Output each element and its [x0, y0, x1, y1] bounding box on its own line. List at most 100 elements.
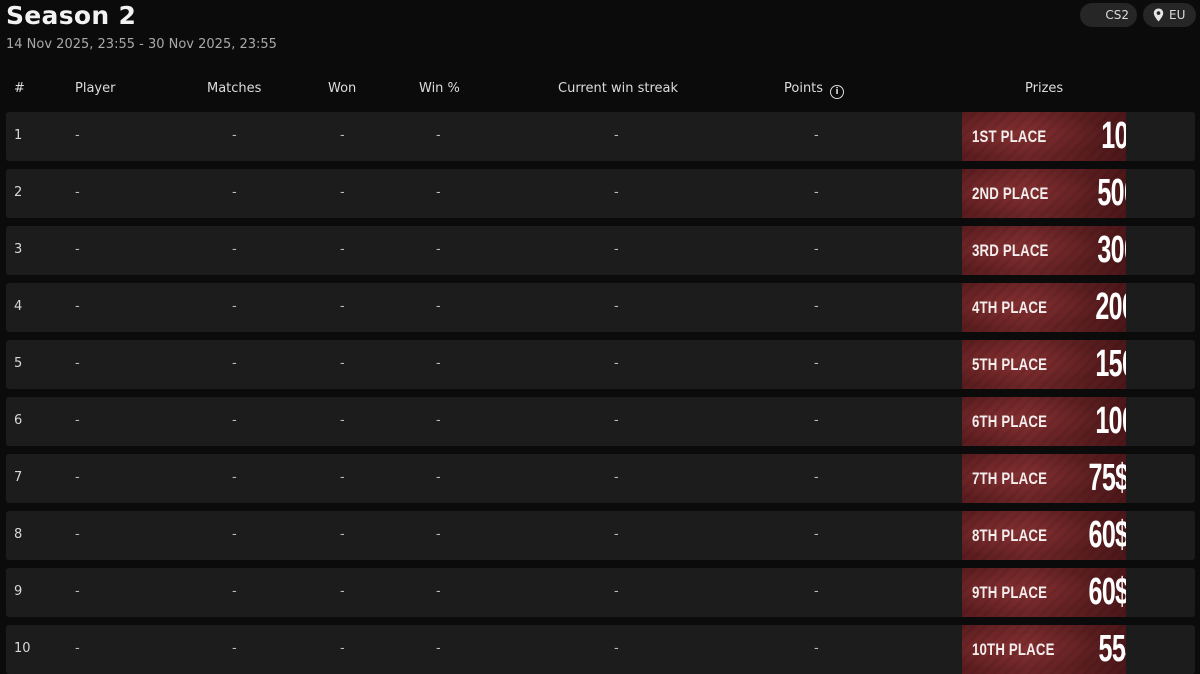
- prize-amount: 1000$: [1101, 115, 1126, 157]
- streak-cell: -: [614, 641, 619, 656]
- prize-banner: 10TH PLACE 55$: [962, 625, 1126, 674]
- player-cell: -: [75, 242, 80, 257]
- table-row[interactable]: 4 - - - - - - 4TH PLACE 200$: [6, 283, 1195, 332]
- matches-cell: -: [232, 584, 237, 599]
- streak-cell: -: [614, 470, 619, 485]
- table-row[interactable]: 8 - - - - - - 8TH PLACE 60$: [6, 511, 1195, 560]
- matches-cell: -: [232, 356, 237, 371]
- winpct-cell: -: [436, 584, 441, 599]
- points-cell: -: [814, 128, 819, 143]
- prize-place-label: 8TH PLACE: [972, 525, 1048, 545]
- winpct-cell: -: [436, 470, 441, 485]
- prize-banner: 6TH PLACE 100$: [962, 397, 1126, 446]
- table-row[interactable]: 9 - - - - - - 9TH PLACE 60$: [6, 568, 1195, 617]
- leaderboard-page: Season 2 14 Nov 2025, 23:55 - 30 Nov 202…: [0, 0, 1200, 674]
- prize-place-label: 6TH PLACE: [972, 411, 1048, 431]
- won-cell: -: [340, 470, 345, 485]
- player-cell: -: [75, 185, 80, 200]
- prize-amount: 75$: [1088, 457, 1126, 499]
- col-streak-header[interactable]: Current win streak: [558, 81, 678, 96]
- prize-banner: 4TH PLACE 200$: [962, 283, 1126, 332]
- points-cell: -: [814, 584, 819, 599]
- table-row[interactable]: 5 - - - - - - 5TH PLACE 150$: [6, 340, 1195, 389]
- table-row[interactable]: 2 - - - - - - 2ND PLACE 500$: [6, 169, 1195, 218]
- col-points-label[interactable]: Points: [784, 81, 823, 96]
- won-cell: -: [340, 641, 345, 656]
- col-winpct-header[interactable]: Win %: [419, 81, 460, 96]
- rank-cell: 10: [14, 641, 31, 656]
- winpct-cell: -: [436, 242, 441, 257]
- won-cell: -: [340, 413, 345, 428]
- matches-cell: -: [232, 242, 237, 257]
- winpct-cell: -: [436, 641, 441, 656]
- streak-cell: -: [614, 584, 619, 599]
- prize-place-label: 9TH PLACE: [972, 582, 1048, 602]
- rank-cell: 9: [14, 584, 23, 599]
- matches-cell: -: [232, 641, 237, 656]
- won-cell: -: [340, 128, 345, 143]
- winpct-cell: -: [436, 185, 441, 200]
- player-cell: -: [75, 584, 80, 599]
- points-cell: -: [814, 356, 819, 371]
- table-row[interactable]: 1 - - - - - - 1ST PLACE 1000$: [6, 112, 1195, 161]
- col-matches-header[interactable]: Matches: [207, 81, 261, 96]
- winpct-cell: -: [436, 299, 441, 314]
- points-cell: -: [814, 470, 819, 485]
- rank-cell: 8: [14, 527, 23, 542]
- prize-amount: 200$: [1095, 286, 1126, 328]
- prize-banner: 3RD PLACE 300$: [962, 226, 1126, 275]
- points-cell: -: [814, 641, 819, 656]
- page-title: Season 2: [6, 1, 137, 30]
- streak-cell: -: [614, 527, 619, 542]
- prize-amount: 500$: [1097, 172, 1126, 214]
- prize-amount: 100$: [1095, 400, 1126, 442]
- points-cell: -: [814, 413, 819, 428]
- streak-cell: -: [614, 242, 619, 257]
- prize-banner: 7TH PLACE 75$: [962, 454, 1126, 503]
- player-cell: -: [75, 641, 80, 656]
- streak-cell: -: [614, 356, 619, 371]
- leaderboard-table: 1 - - - - - - 1ST PLACE 1000$ 2 - - - - …: [6, 112, 1195, 674]
- player-cell: -: [75, 413, 80, 428]
- won-cell: -: [340, 356, 345, 371]
- matches-cell: -: [232, 527, 237, 542]
- won-cell: -: [340, 185, 345, 200]
- prize-amount: 300$: [1097, 229, 1126, 271]
- table-row[interactable]: 10 - - - - - - 10TH PLACE 55$: [6, 625, 1195, 674]
- season-date-range: 14 Nov 2025, 23:55 - 30 Nov 2025, 23:55: [6, 37, 277, 52]
- col-points-header: Points i: [784, 81, 845, 99]
- won-cell: -: [340, 242, 345, 257]
- prize-place-label: 1ST PLACE: [972, 126, 1047, 146]
- info-icon[interactable]: i: [830, 85, 845, 99]
- points-cell: -: [814, 299, 819, 314]
- col-won-header[interactable]: Won: [328, 81, 356, 96]
- winpct-cell: -: [436, 356, 441, 371]
- table-row[interactable]: 6 - - - - - - 6TH PLACE 100$: [6, 397, 1195, 446]
- streak-cell: -: [614, 413, 619, 428]
- player-cell: -: [75, 527, 80, 542]
- matches-cell: -: [232, 185, 237, 200]
- prize-amount: 60$: [1088, 571, 1126, 613]
- region-filter-chip[interactable]: EU: [1143, 3, 1196, 27]
- rank-cell: 4: [14, 299, 23, 314]
- table-row[interactable]: 3 - - - - - - 3RD PLACE 300$: [6, 226, 1195, 275]
- prize-place-label: 2ND PLACE: [972, 183, 1049, 203]
- game-filter-label: CS2: [1105, 8, 1129, 22]
- prize-amount: 150$: [1095, 343, 1126, 385]
- prize-banner: 2ND PLACE 500$: [962, 169, 1126, 218]
- winpct-cell: -: [436, 413, 441, 428]
- game-filter-chip[interactable]: CS2: [1080, 3, 1137, 27]
- table-row[interactable]: 7 - - - - - - 7TH PLACE 75$: [6, 454, 1195, 503]
- prize-place-label: 7TH PLACE: [972, 468, 1048, 488]
- rank-cell: 3: [14, 242, 23, 257]
- matches-cell: -: [232, 413, 237, 428]
- streak-cell: -: [614, 299, 619, 314]
- player-cell: -: [75, 470, 80, 485]
- prize-amount: 55$: [1098, 628, 1126, 670]
- col-player-header[interactable]: Player: [75, 81, 115, 96]
- won-cell: -: [340, 584, 345, 599]
- filter-chips: CS2 EU: [1080, 3, 1196, 27]
- prize-place-label: 10TH PLACE: [972, 639, 1055, 659]
- points-cell: -: [814, 527, 819, 542]
- winpct-cell: -: [436, 527, 441, 542]
